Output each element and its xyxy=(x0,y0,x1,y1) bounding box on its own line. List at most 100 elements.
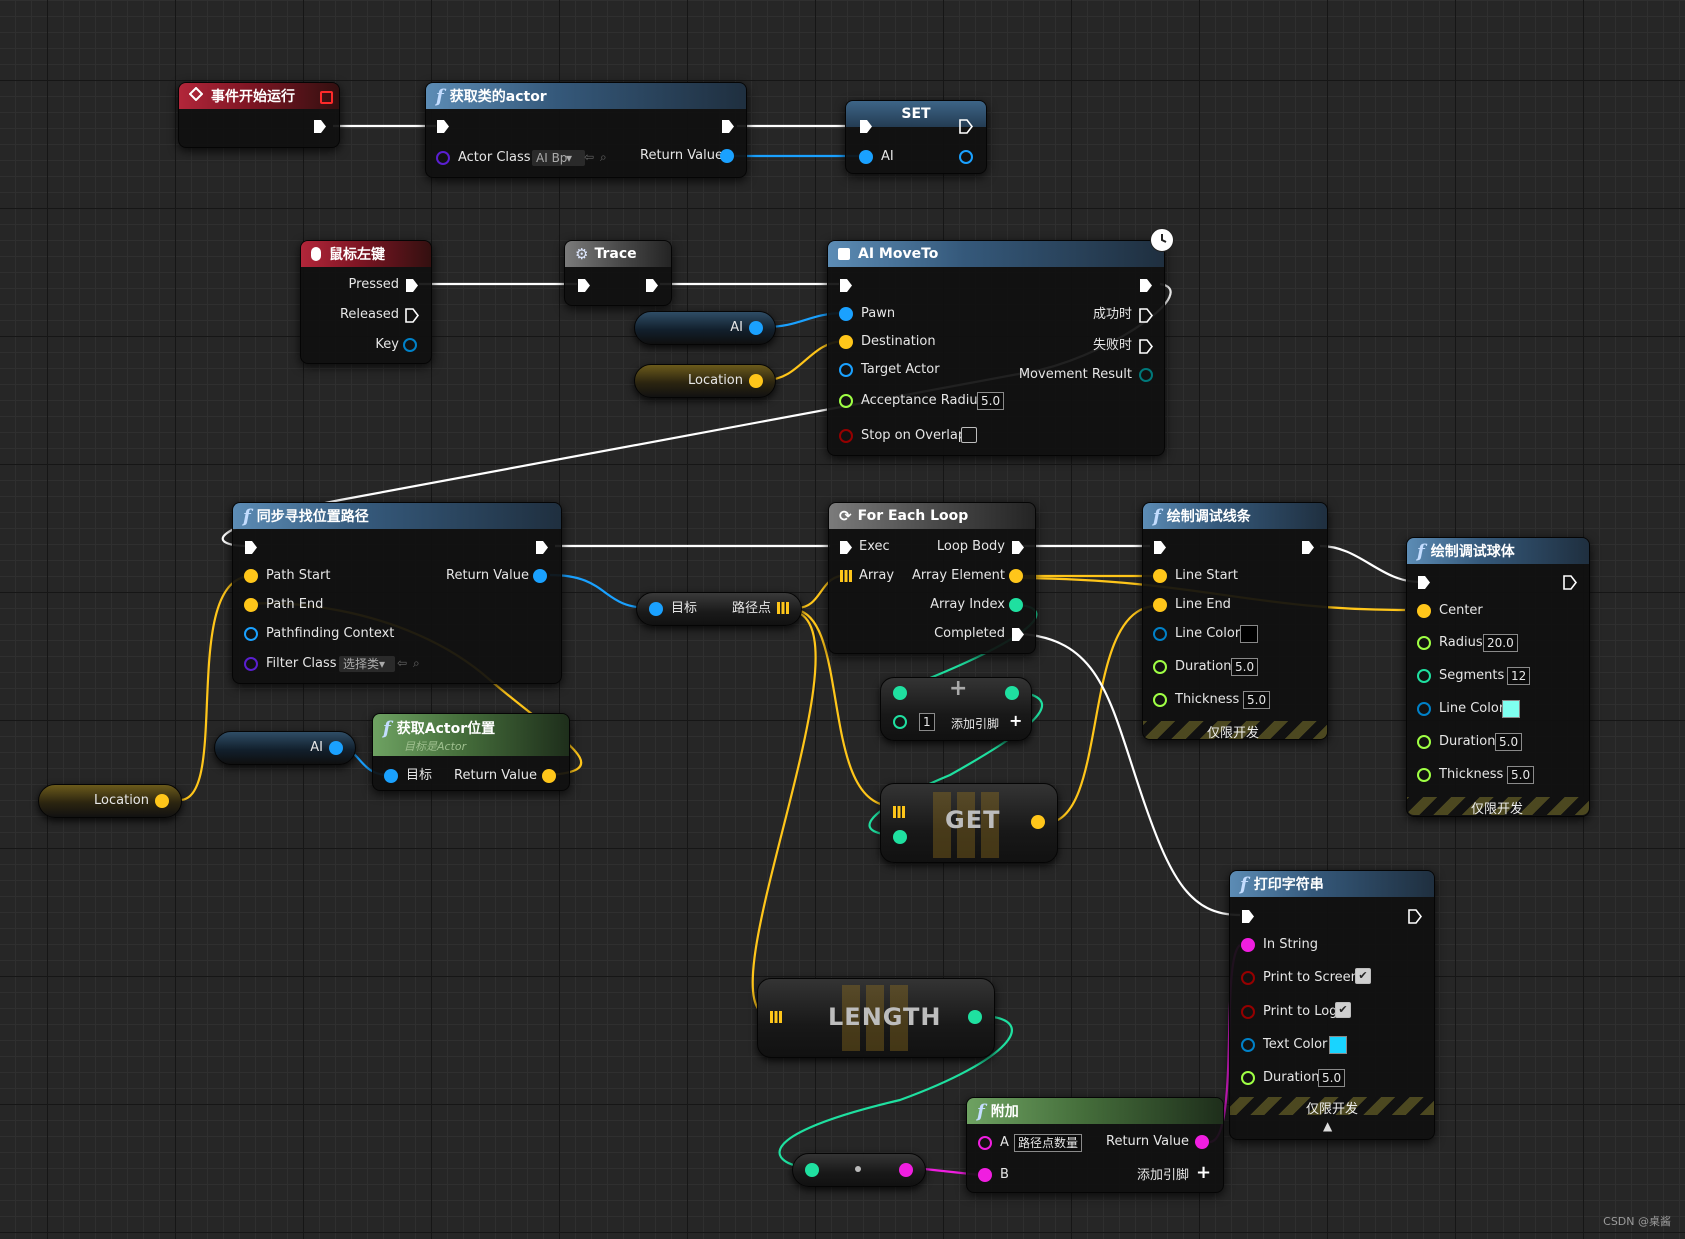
add-pin-plus-icon[interactable]: + xyxy=(1009,711,1022,730)
exec-out-pin[interactable] xyxy=(313,119,327,134)
actor-class-pin[interactable] xyxy=(436,151,450,165)
print-string-node[interactable]: f 打印字符串 In String Print to Screen ✔ Print… xyxy=(1229,870,1435,1140)
pathfinding-context-pin[interactable] xyxy=(244,627,258,641)
exec-in-pin[interactable] xyxy=(1417,575,1431,590)
center-pin[interactable] xyxy=(1417,604,1431,618)
add-pin-label[interactable]: 添加引脚 xyxy=(1137,1168,1189,1184)
add-pin-label[interactable]: 添加引脚 xyxy=(951,716,999,732)
on-success-exec-pin[interactable] xyxy=(1139,308,1153,323)
location-output-pin[interactable] xyxy=(155,794,169,808)
exec-in-pin[interactable] xyxy=(839,540,853,555)
duration-pin[interactable] xyxy=(1153,660,1167,674)
exec-in-pin[interactable] xyxy=(839,278,853,293)
print-to-screen-pin[interactable] xyxy=(1241,971,1255,985)
filter-class-pin[interactable] xyxy=(244,657,258,671)
get-actor-of-class-node[interactable]: f 获取类的actor Actor Class AI Bp ▾ ⇦ ⌕ Retur… xyxy=(425,82,747,178)
ai-variable-getter[interactable]: AI xyxy=(634,311,776,345)
duration-input[interactable]: 5.0 xyxy=(1231,658,1259,676)
path-end-pin[interactable] xyxy=(244,598,258,612)
target-pin[interactable] xyxy=(384,769,398,783)
set-variable-node[interactable]: SET AI xyxy=(845,100,987,174)
print-to-log-pin[interactable] xyxy=(1241,1005,1255,1019)
segments-pin[interactable] xyxy=(1417,669,1431,683)
duration-input[interactable]: 5.0 xyxy=(1495,733,1523,751)
find-path-synchronously-node[interactable]: f 同步寻找位置路径 Path Start Path End Pathfindin… xyxy=(232,502,562,684)
movement-result-pin[interactable] xyxy=(1139,368,1153,382)
line-color-swatch[interactable] xyxy=(1502,700,1520,718)
array-grid-icon[interactable] xyxy=(770,1011,782,1023)
exec-out-pin[interactable] xyxy=(535,540,549,555)
path-start-pin[interactable] xyxy=(244,569,258,583)
acceptance-radius-pin[interactable] xyxy=(839,394,853,408)
pawn-pin[interactable] xyxy=(839,307,853,321)
trace-macro-node[interactable]: ⚙ Trace xyxy=(564,240,672,306)
get-actor-location-node[interactable]: f 获取Actor位置 目标是Actor 目标 Return Value xyxy=(372,713,570,791)
b-value-input[interactable]: 1 xyxy=(919,713,935,731)
append-string-node[interactable]: f 附加 A 路径点数量 B Return Value 添加引脚 + xyxy=(966,1097,1224,1193)
thickness-pin[interactable] xyxy=(1417,768,1431,782)
exec-out-pin[interactable] xyxy=(1408,909,1422,924)
exec-in-pin[interactable] xyxy=(1241,909,1255,924)
exec-in-pin[interactable] xyxy=(859,119,873,134)
ai-output-pin[interactable] xyxy=(959,150,973,164)
array-index-pin[interactable] xyxy=(1009,598,1023,612)
ai-input-pin[interactable] xyxy=(859,150,873,164)
ai-moveto-node[interactable]: AI MoveTo Pawn Destination Target Actor … xyxy=(827,240,1165,456)
radius-pin[interactable] xyxy=(1417,636,1431,650)
actor-class-dropdown[interactable]: AI Bp xyxy=(532,150,586,166)
duration-input[interactable]: 5.0 xyxy=(1318,1069,1346,1087)
delegate-square-icon[interactable] xyxy=(320,91,333,104)
loop-body-exec-pin[interactable] xyxy=(1011,540,1025,555)
text-color-pin[interactable] xyxy=(1241,1038,1255,1052)
a-input-pin[interactable] xyxy=(893,686,907,700)
event-begin-play-node[interactable]: 事件开始运行 xyxy=(178,82,340,148)
exec-in-pin[interactable] xyxy=(436,119,450,134)
int-to-string-conversion-node[interactable] xyxy=(792,1153,926,1187)
filter-class-dropdown[interactable]: 选择类 xyxy=(339,656,396,672)
length-output-pin[interactable] xyxy=(968,1010,982,1024)
duration-pin[interactable] xyxy=(1241,1071,1255,1085)
for-each-loop-node[interactable]: ⟳ For Each Loop Exec Array Loop Body Arr… xyxy=(828,502,1036,654)
text-color-swatch[interactable] xyxy=(1329,1036,1347,1054)
array-grid-icon[interactable] xyxy=(893,806,905,818)
released-exec-pin[interactable] xyxy=(405,308,419,323)
expand-arrow-icon[interactable]: ▲ xyxy=(1323,1119,1332,1133)
exec-out-pin[interactable] xyxy=(1139,278,1153,293)
array-grid-icon[interactable] xyxy=(840,570,852,582)
int-input-pin[interactable] xyxy=(805,1163,819,1177)
exec-out-pin[interactable] xyxy=(721,119,735,134)
key-pin[interactable] xyxy=(403,338,417,352)
integer-add-node[interactable]: 1 + 添加引脚 + xyxy=(880,676,1032,741)
line-color-pin[interactable] xyxy=(1417,702,1431,716)
browse-arrow-icon[interactable]: ⇦ xyxy=(584,149,594,165)
draw-debug-line-node[interactable]: f 绘制调试线条 Line Start Line End Line Color D… xyxy=(1142,502,1328,741)
return-value-pin[interactable] xyxy=(720,149,734,163)
location-variable-getter[interactable]: Location xyxy=(38,784,182,818)
return-value-pin[interactable] xyxy=(542,769,556,783)
destination-pin[interactable] xyxy=(839,335,853,349)
location-variable-getter[interactable]: Location xyxy=(634,364,776,398)
radius-input[interactable]: 20.0 xyxy=(1483,634,1518,652)
left-mouse-button-node[interactable]: 鼠标左键 Pressed Released Key xyxy=(300,240,432,364)
browse-arrow-icon[interactable]: ⇦ xyxy=(397,655,407,671)
element-output-pin[interactable] xyxy=(1031,815,1045,829)
search-icon[interactable]: ⌕ xyxy=(413,655,420,671)
acceptance-radius-input[interactable]: 5.0 xyxy=(977,392,1005,410)
target-pin[interactable] xyxy=(649,602,663,616)
completed-exec-pin[interactable] xyxy=(1011,627,1025,642)
stop-on-overlap-pin[interactable] xyxy=(839,429,853,443)
array-grid-icon[interactable] xyxy=(777,602,789,614)
exec-in-pin[interactable] xyxy=(244,540,258,555)
print-to-log-checkbox[interactable]: ✔ xyxy=(1335,1002,1351,1018)
line-end-pin[interactable] xyxy=(1153,598,1167,612)
exec-out-pin[interactable] xyxy=(959,119,973,134)
print-to-screen-checkbox[interactable]: ✔ xyxy=(1355,968,1371,984)
ai-variable-getter[interactable]: AI xyxy=(214,731,356,765)
thickness-input[interactable]: 5.0 xyxy=(1507,766,1535,784)
exec-in-pin[interactable] xyxy=(577,278,591,293)
exec-out-pin[interactable] xyxy=(645,278,659,293)
ai-output-pin[interactable] xyxy=(749,321,763,335)
line-color-swatch[interactable] xyxy=(1240,625,1258,643)
draw-debug-sphere-node[interactable]: f 绘制调试球体 Center Radius 20.0 Segments 12 L… xyxy=(1406,537,1590,817)
array-length-node[interactable]: LENGTH xyxy=(757,978,995,1058)
